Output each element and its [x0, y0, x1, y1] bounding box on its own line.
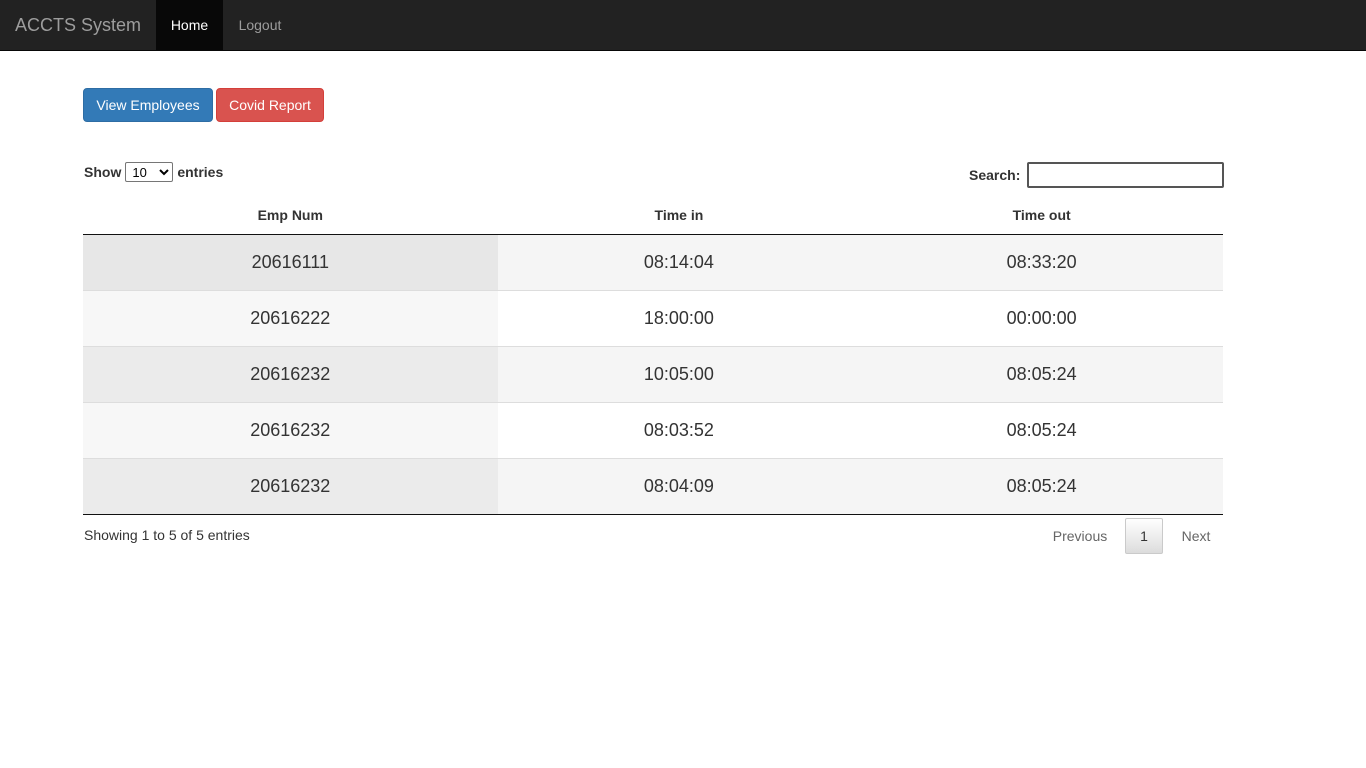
- table-row: 20616232 08:04:09 08:05:24: [83, 457, 1223, 515]
- table-row: 20616232 08:03:52 08:05:24: [83, 401, 1223, 458]
- time-in-cell: 08:14:04: [497, 234, 861, 290]
- table-info: Showing 1 to 5 of 5 entries: [84, 527, 250, 543]
- time-out-cell: 08:05:24: [860, 457, 1223, 515]
- time-out-cell: 00:00:00: [860, 289, 1223, 346]
- emp-num-cell: 20616232: [83, 345, 498, 402]
- brand-link[interactable]: ACCTS System: [15, 0, 141, 50]
- attendance-table: Emp Num Time in Time out 20616111 08:14:…: [83, 197, 1223, 515]
- column-header-time-in[interactable]: Time in: [497, 197, 861, 235]
- view-employees-button[interactable]: View Employees: [83, 88, 213, 122]
- emp-num-cell: 20616232: [83, 401, 498, 458]
- time-in-cell: 08:03:52: [497, 401, 861, 458]
- next-page-button[interactable]: Next: [1168, 528, 1224, 544]
- table-row: 20616222 18:00:00 00:00:00: [83, 289, 1223, 346]
- table-row: 20616111 08:14:04 08:33:20: [83, 234, 1223, 290]
- search-input[interactable]: [1027, 162, 1225, 188]
- table-header-row: Emp Num Time in Time out: [83, 197, 1223, 235]
- column-header-time-out[interactable]: Time out: [860, 197, 1223, 235]
- emp-num-cell: 20616232: [83, 457, 498, 515]
- pagination: Previous 1 Next: [1040, 518, 1224, 554]
- previous-page-button[interactable]: Previous: [1040, 528, 1120, 544]
- time-in-cell: 08:04:09: [497, 457, 861, 515]
- time-out-cell: 08:33:20: [860, 234, 1223, 290]
- page-1-button[interactable]: 1: [1125, 518, 1163, 554]
- time-out-cell: 08:05:24: [860, 401, 1223, 458]
- covid-report-button[interactable]: Covid Report: [216, 88, 324, 122]
- time-out-cell: 08:05:24: [860, 345, 1223, 402]
- time-in-cell: 18:00:00: [497, 289, 861, 346]
- entries-length-control: Show 10 entries: [84, 162, 223, 182]
- emp-num-cell: 20616111: [83, 234, 498, 290]
- nav-logout-link[interactable]: Logout: [223, 0, 297, 50]
- entries-label: entries: [177, 164, 224, 180]
- top-navbar: ACCTS System Home Logout: [0, 0, 1366, 51]
- show-label: Show: [84, 164, 122, 180]
- search-label: Search:: [969, 167, 1021, 183]
- entries-select[interactable]: 10: [125, 162, 174, 182]
- column-header-emp-num[interactable]: Emp Num: [83, 197, 498, 235]
- time-in-cell: 10:05:00: [497, 345, 861, 402]
- emp-num-cell: 20616222: [83, 289, 498, 346]
- attendance-table-wrapper: Emp Num Time in Time out 20616111 08:14:…: [83, 197, 1223, 515]
- nav-home-link[interactable]: Home: [156, 0, 223, 50]
- search-filter: Search:: [969, 162, 1225, 188]
- table-row: 20616232 10:05:00 08:05:24: [83, 345, 1223, 402]
